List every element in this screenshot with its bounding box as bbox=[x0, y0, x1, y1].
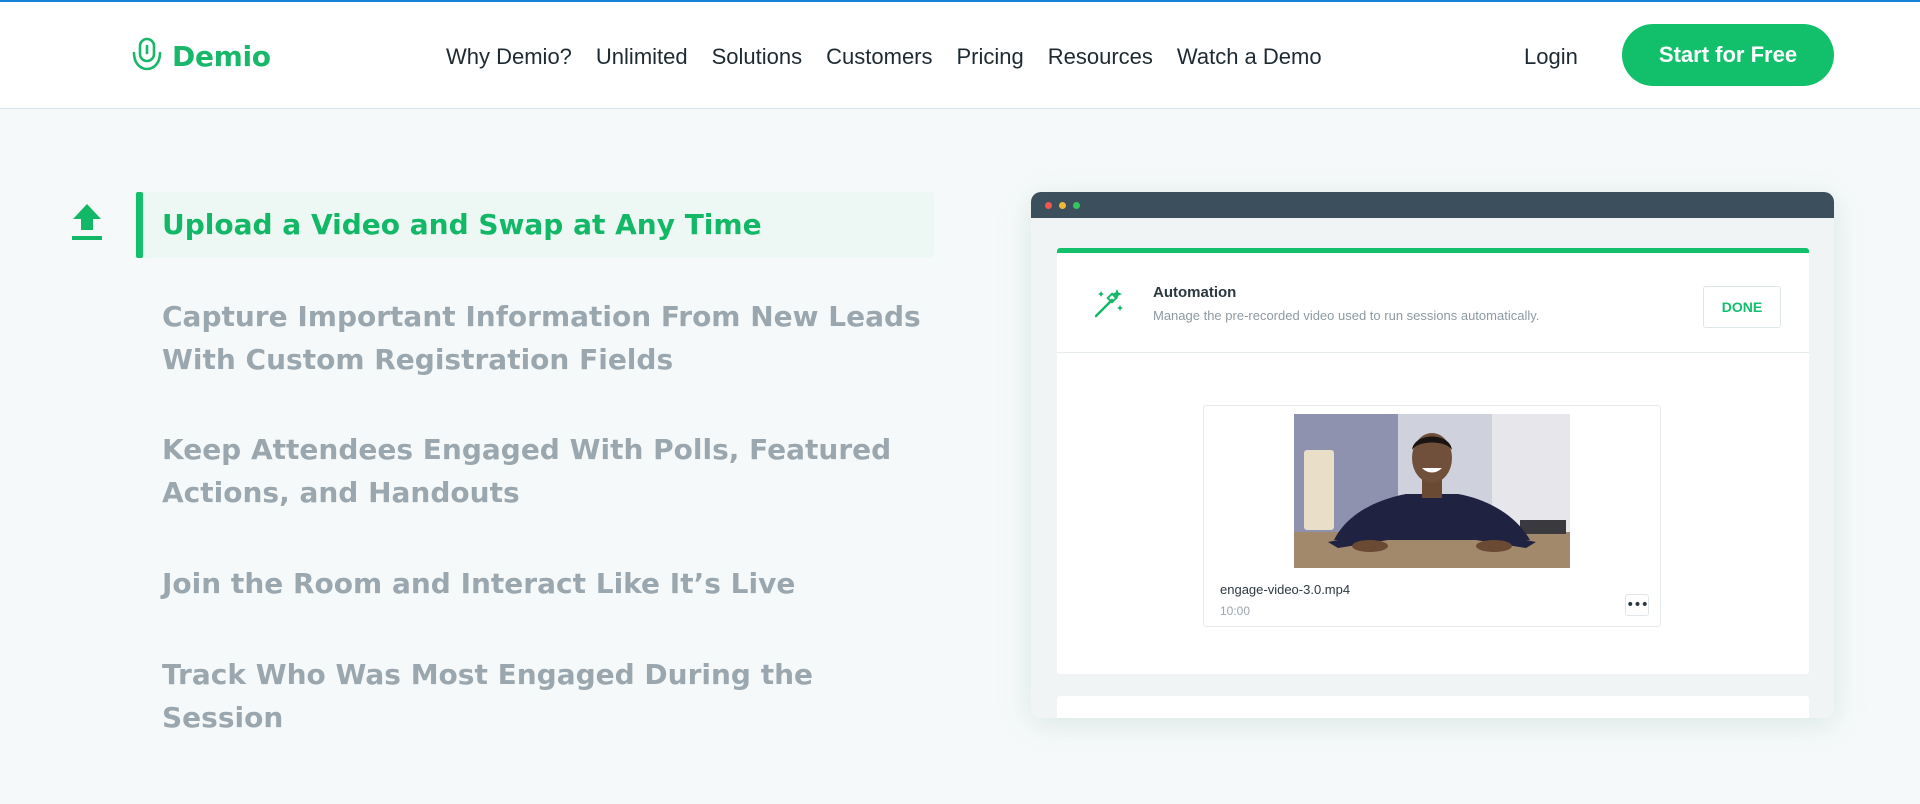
nav-pricing[interactable]: Pricing bbox=[957, 40, 1024, 74]
window-maximize-dot bbox=[1073, 202, 1080, 209]
feature-label-active: Upload a Video and Swap at Any Time bbox=[162, 208, 762, 241]
more-options-icon: ••• bbox=[1626, 597, 1649, 613]
video-file-name: engage-video-3.0.mp4 bbox=[1220, 582, 1351, 597]
automation-description: Manage the pre-recorded video used to ru… bbox=[1153, 308, 1540, 323]
feature-item-track-engagement[interactable]: Track Who Was Most Engaged During the Se… bbox=[162, 653, 922, 739]
start-for-free-button[interactable]: Start for Free bbox=[1622, 24, 1834, 86]
more-options-button[interactable]: ••• bbox=[1625, 594, 1649, 616]
active-indicator bbox=[136, 192, 143, 258]
window-close-dot bbox=[1045, 202, 1052, 209]
automation-card-header: Automation Manage the pre-recorded video… bbox=[1057, 253, 1809, 353]
upload-icon bbox=[72, 204, 102, 240]
main-nav: Why Demio? Unlimited Solutions Customers… bbox=[446, 40, 1346, 74]
done-button[interactable]: DONE bbox=[1703, 286, 1781, 328]
nav-solutions[interactable]: Solutions bbox=[712, 40, 803, 74]
video-thumbnail[interactable] bbox=[1294, 414, 1570, 568]
logo[interactable]: Demio bbox=[130, 36, 271, 76]
app-preview-window: Automation Manage the pre-recorded video… bbox=[1031, 192, 1834, 718]
nav-watch-demo[interactable]: Watch a Demo bbox=[1177, 40, 1322, 74]
next-card-edge bbox=[1057, 696, 1809, 718]
nav-unlimited[interactable]: Unlimited bbox=[596, 40, 688, 74]
nav-why-demio[interactable]: Why Demio? bbox=[446, 40, 572, 74]
automation-card: Automation Manage the pre-recorded video… bbox=[1057, 248, 1809, 674]
feature-item-polls[interactable]: Keep Attendees Engaged With Polls, Featu… bbox=[162, 428, 922, 514]
window-title-bar bbox=[1031, 192, 1834, 218]
feature-item-interact-live[interactable]: Join the Room and Interact Like It’s Liv… bbox=[162, 562, 922, 605]
logo-text: Demio bbox=[172, 39, 271, 73]
microphone-icon bbox=[132, 37, 162, 71]
video-card: engage-video-3.0.mp4 10:00 ••• bbox=[1203, 405, 1661, 627]
video-duration: 10:00 bbox=[1220, 604, 1251, 618]
login-link[interactable]: Login bbox=[1524, 40, 1578, 74]
nav-resources[interactable]: Resources bbox=[1048, 40, 1153, 74]
nav-customers[interactable]: Customers bbox=[826, 40, 932, 74]
magic-wand-icon bbox=[1094, 289, 1123, 318]
site-header: Demio Why Demio? Unlimited Solutions Cus… bbox=[0, 2, 1920, 109]
window-minimize-dot bbox=[1059, 202, 1066, 209]
automation-title: Automation bbox=[1153, 284, 1237, 301]
feature-item-registration-fields[interactable]: Capture Important Information From New L… bbox=[162, 295, 922, 381]
feature-item-upload-video[interactable]: Upload a Video and Swap at Any Time bbox=[136, 192, 934, 258]
